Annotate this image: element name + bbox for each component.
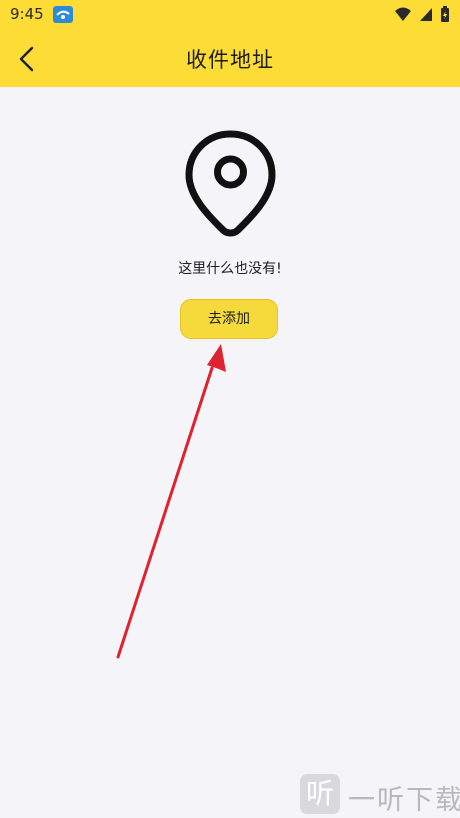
page-title: 收件地址 xyxy=(186,48,274,72)
location-pin-icon xyxy=(183,128,278,240)
status-bar: 9:45 xyxy=(0,0,460,30)
status-time: 9:45 xyxy=(10,5,44,23)
watermark-logo: 听 xyxy=(300,774,340,814)
battery-icon xyxy=(441,6,449,22)
red-arrow-annotation xyxy=(116,344,226,659)
empty-message: 这里什么也没有! xyxy=(178,261,282,277)
watermark-text: 一听下载 xyxy=(348,785,460,816)
wifi-icon xyxy=(394,7,411,21)
status-icons xyxy=(392,5,450,25)
app-bar: 收件地址 xyxy=(0,30,460,87)
add-button[interactable]: 去添加 xyxy=(180,299,278,339)
app-notification-icon xyxy=(53,6,73,23)
signal-icon xyxy=(419,8,432,21)
